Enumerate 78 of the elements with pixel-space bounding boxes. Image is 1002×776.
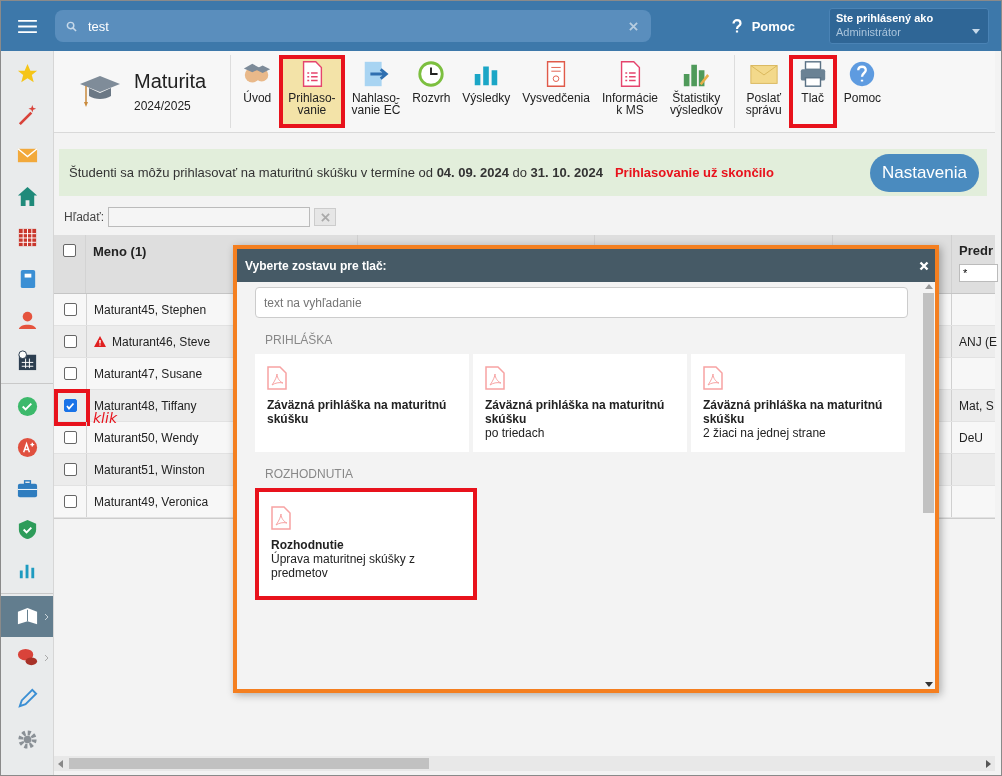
checkbox[interactable] — [63, 303, 77, 316]
checkbox[interactable] — [63, 431, 77, 444]
checkbox[interactable] — [63, 244, 76, 257]
vertical-scrollbar[interactable] — [922, 282, 935, 689]
toolbar-button[interactable]: Úvod — [237, 55, 278, 128]
question-mark-icon — [731, 19, 742, 33]
clear-icon[interactable] — [629, 22, 638, 31]
close-icon[interactable] — [919, 260, 929, 271]
checkbox[interactable] — [63, 335, 77, 348]
toolbar-button[interactable]: Prihlaso- vanie — [279, 55, 345, 128]
student-name: Maturant45, Stephen — [94, 302, 207, 317]
toolbar-button[interactable]: Poslať správu — [740, 55, 787, 128]
report-card[interactable]: Záväzná prihláška na maturitnú skúšku — [255, 354, 469, 452]
briefcase-icon — [15, 477, 39, 500]
section-title: ROZHODNUTIA — [265, 467, 354, 481]
checkbox[interactable] — [63, 495, 77, 508]
chevron-icon — [44, 612, 49, 621]
sidebar-item[interactable] — [1, 596, 53, 637]
caret-icon — [972, 29, 980, 34]
search-field[interactable]: text na vyhľadanie — [255, 287, 908, 318]
pdf-file-icon — [267, 366, 287, 390]
toolbar-button[interactable]: Rozvrh — [407, 55, 456, 128]
right-arrow-icon[interactable] — [986, 759, 991, 768]
pdf-file-icon — [485, 366, 505, 390]
report-card[interactable]: Záväzná prihláška na maturitnú skúšku po triedach — [473, 354, 687, 452]
filter-label: Hľadať: — [64, 210, 105, 224]
student-name: Maturant51, Winston — [94, 462, 205, 477]
dialog-title: Vyberte zostavu pre tlač: — [245, 258, 387, 273]
house-icon — [15, 185, 39, 208]
student-name: Maturant48, Tiffany — [94, 398, 197, 413]
checkbox[interactable] — [63, 367, 77, 380]
check-circle-icon — [15, 395, 39, 418]
down-arrow-icon[interactable] — [924, 682, 933, 687]
table-cell-text: DeU — [959, 430, 984, 445]
toolbar-button[interactable]: Štatistiky výsledkov — [665, 55, 728, 128]
close-icon — [320, 212, 330, 222]
help-button[interactable]: Pomoc — [725, 17, 801, 35]
settings-button[interactable]: Nastavenia — [869, 153, 979, 192]
table-cell: ANJ (E — [959, 334, 995, 349]
clock-icon — [416, 59, 447, 89]
column-filter-field[interactable]: * — [959, 264, 998, 282]
school-year: 2024/2025 — [134, 99, 192, 113]
pdf-file-icon — [703, 366, 723, 390]
calendar-clock-icon — [15, 349, 39, 372]
clear-button[interactable] — [314, 208, 337, 226]
banner-text: Študenti sa môžu prihlasovať na maturitnú skúšku v termíne od 04. 09. 2024 do 31. 10. 2024 — [69, 165, 603, 180]
settings-icon — [15, 728, 39, 751]
left-arrow-icon[interactable] — [58, 759, 63, 768]
up-arrow-icon[interactable] — [924, 284, 933, 289]
toolbar-button[interactable]: Informácie k MS — [596, 55, 663, 128]
checkbox[interactable] — [63, 463, 77, 476]
column-header[interactable]: Predr — [959, 243, 995, 258]
report-card[interactable]: Rozhodnutie Úprava maturitnej skúšky z predmetov — [255, 488, 477, 600]
warning-text: Prihlasovanie už skončilo — [614, 165, 774, 180]
horizontal-scrollbar[interactable] — [54, 756, 995, 771]
grade-circle-icon — [15, 436, 39, 459]
menu-icon[interactable] — [18, 18, 37, 34]
user-menu[interactable]: Ste prihlásený ako Administrátor — [829, 8, 989, 44]
student-name: Maturant46, Steve — [112, 334, 211, 349]
student-name: Maturant47, Susane — [94, 366, 203, 381]
toolbar-button[interactable]: Vysvedčenia — [517, 55, 595, 128]
table-cell: Mat, S — [959, 398, 995, 413]
pencil-icon — [15, 687, 39, 710]
filter-field[interactable] — [108, 207, 311, 227]
handwritten-note: klik — [93, 410, 117, 426]
module-title: Maturita — [134, 70, 207, 93]
chevron-icon — [44, 653, 49, 662]
toolbar-button[interactable]: Tlač — [788, 55, 837, 128]
report-card[interactable]: Záväzná prihláška na maturitnú skúšku 2 žiaci na jednej strane — [691, 354, 905, 452]
toolbar-button[interactable]: Výsledky — [457, 55, 516, 128]
student-name: Maturant49, Veronica — [94, 494, 209, 509]
toolbar-button[interactable]: Pomoc — [838, 55, 887, 128]
toolbar-button[interactable]: Nahlaso- vanie EČ — [346, 55, 406, 128]
pdf-file-icon — [271, 506, 291, 530]
section-title: PRIHLÁŠKA — [265, 333, 334, 347]
search-icon — [66, 21, 77, 32]
checkbox[interactable] — [63, 399, 77, 412]
student-name: Maturant50, Wendy — [94, 430, 199, 445]
